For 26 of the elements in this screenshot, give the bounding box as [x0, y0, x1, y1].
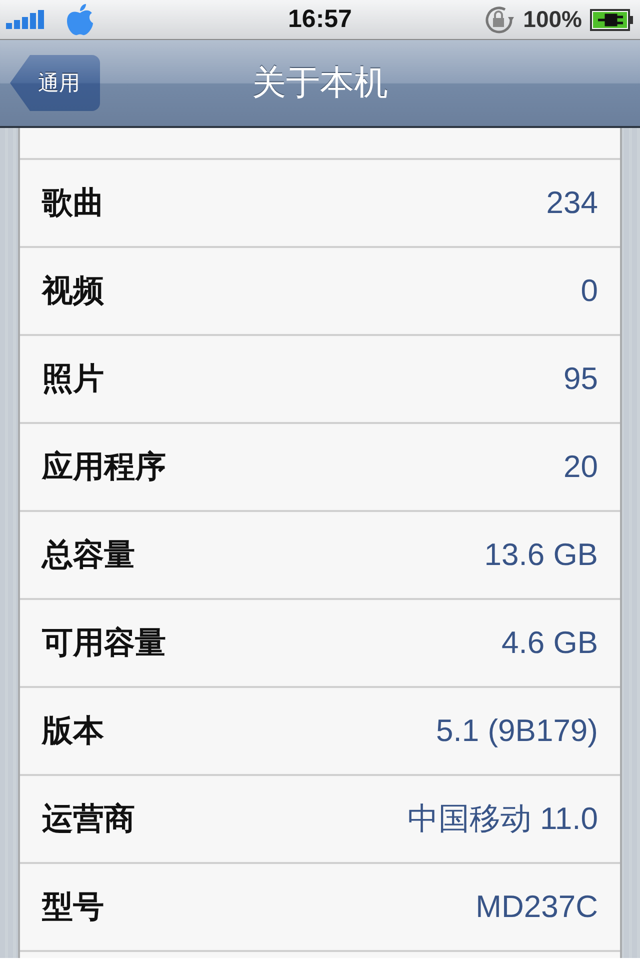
row-value: 95 — [564, 361, 598, 397]
battery-percentage: 100% — [523, 6, 582, 33]
battery-charging-icon — [590, 8, 634, 30]
row-label: 型号 — [42, 888, 104, 926]
row-value: 13.6 GB — [484, 537, 598, 573]
logo-icon — [66, 4, 94, 36]
row-label: 总容量 — [42, 536, 135, 574]
row-label: 照片 — [42, 360, 104, 398]
row-value: MD237C — [476, 889, 598, 925]
rotation-lock-icon — [483, 4, 516, 34]
row-label: 可用容量 — [42, 624, 166, 662]
row-value: 0 — [580, 273, 598, 309]
back-button[interactable]: 通用 — [10, 55, 100, 111]
row-value: 20 — [564, 449, 598, 485]
row-label: 歌曲 — [42, 184, 104, 222]
row-value: 234 — [546, 185, 598, 221]
row-label: 版本 — [42, 712, 104, 750]
row-value: 5.1 (9B179) — [436, 713, 598, 749]
row-value: 4.6 GB — [502, 625, 598, 661]
row-label: 视频 — [42, 272, 104, 310]
row-value: 中国移动 11.0 — [407, 800, 598, 838]
row-label: 运营商 — [42, 800, 135, 838]
signal-icon — [6, 8, 46, 30]
page-title: 关于本机 — [252, 63, 388, 104]
row-label: 应用程序 — [42, 448, 166, 486]
clock-time: 16:57 — [288, 5, 352, 34]
